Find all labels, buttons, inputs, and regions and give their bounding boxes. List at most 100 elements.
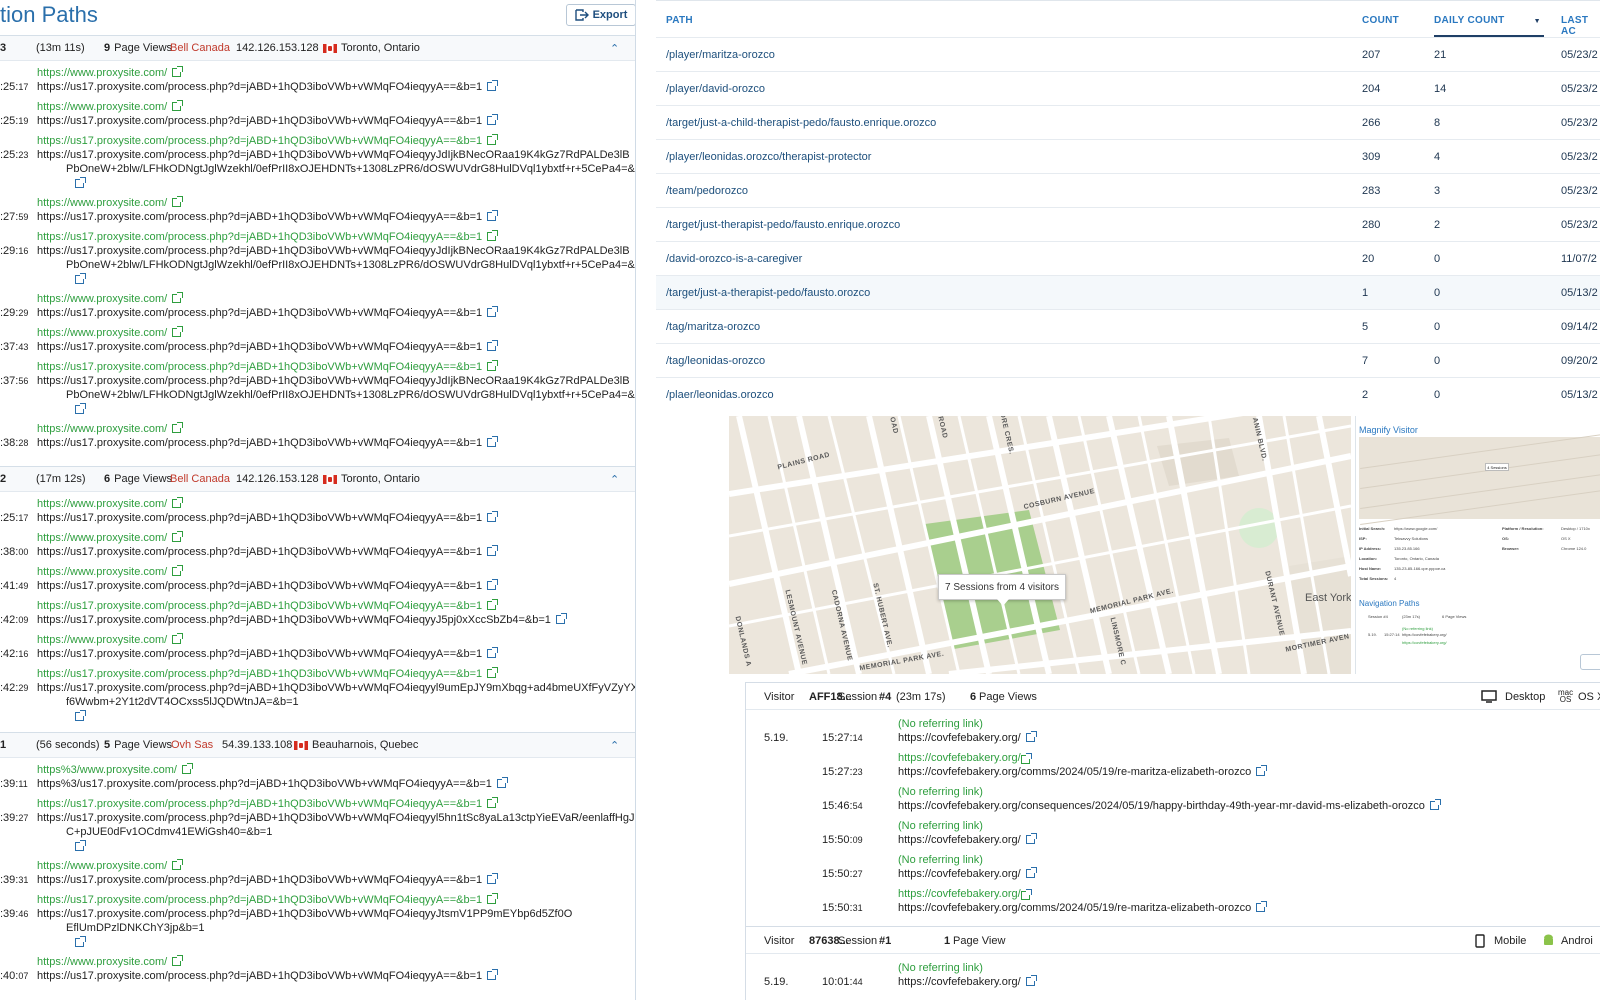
export-button[interactable]: Export	[566, 4, 635, 26]
page-url[interactable]: https%3/us17.proxysite.com/process.php?d…	[37, 777, 508, 790]
external-link-icon[interactable]	[172, 955, 184, 966]
external-link-icon[interactable]	[487, 511, 499, 522]
page-url[interactable]: https://covfefebakery.org/	[898, 833, 1037, 846]
referrer-link[interactable]: https://us17.proxysite.com/process.php?d…	[37, 797, 499, 810]
external-link-icon[interactable]	[172, 859, 184, 870]
external-link-icon[interactable]	[75, 710, 86, 721]
external-link-icon[interactable]	[487, 134, 499, 145]
page-url[interactable]: https://us17.proxysite.com/process.php?d…	[37, 511, 499, 524]
page-url[interactable]: https://us17.proxysite.com/process.php?d…	[37, 436, 499, 449]
referrer-link[interactable]: https://www.proxysite.com/	[37, 531, 184, 544]
table-row[interactable]: /team/pedorozco 283 3 05/23/2	[656, 173, 1600, 207]
external-link-icon[interactable]	[555, 613, 567, 624]
referrer-link[interactable]: https://us17.proxysite.com/process.php?d…	[37, 230, 499, 243]
table-row[interactable]: /plaer/leonidas.orozco 2 0 05/13/2	[656, 377, 1600, 411]
external-link-icon[interactable]	[1429, 799, 1441, 810]
referrer-link[interactable]: https://www.proxysite.com/	[37, 955, 184, 968]
table-row[interactable]: /target/just-a-therapist-pedo/fausto.oro…	[656, 275, 1600, 309]
external-link-icon[interactable]	[172, 326, 184, 337]
external-link-icon[interactable]	[75, 840, 86, 851]
referrer-link[interactable]: https://covfefebakery.org/	[898, 888, 1021, 900]
chevron-up-icon[interactable]: ⌃	[610, 42, 619, 55]
page-url[interactable]: https://us17.proxysite.com/process.php?d…	[37, 969, 499, 982]
referrer-link[interactable]: https://www.proxysite.com/	[37, 326, 184, 339]
external-link-icon[interactable]	[172, 497, 184, 508]
column-header-daily-count[interactable]: DAILY COUNT ▼	[1434, 15, 1541, 26]
visitor-session-header[interactable]: Visitor AFF18... Session #4 (23m 17s) 6 Page V…	[746, 682, 1600, 710]
external-link-icon[interactable]	[1021, 889, 1032, 900]
path-cell[interactable]: /plaer/leonidas.orozco	[666, 389, 774, 401]
visitor-session-header[interactable]: Visitor 87638... Session #1 1 Page View Mobile…	[746, 926, 1600, 954]
external-link-icon[interactable]	[487, 80, 499, 91]
page-url[interactable]: https://us17.proxysite.com/process.php?d…	[37, 682, 635, 694]
external-link-icon[interactable]	[1025, 731, 1037, 742]
path-cell[interactable]: /player/david-orozco	[666, 83, 765, 95]
referrer-link[interactable]: (No referring link)	[898, 962, 983, 974]
page-url[interactable]: https://covfefebakery.org/	[898, 731, 1037, 744]
external-link-icon[interactable]	[172, 422, 184, 433]
magnify-export-button[interactable]	[1580, 654, 1600, 670]
referrer-link[interactable]: https://www.proxysite.com/	[37, 633, 184, 646]
table-row[interactable]: /player/david-orozco 204 14 05/23/2	[656, 71, 1600, 105]
referrer-link[interactable]: https://us17.proxysite.com/process.php?d…	[37, 134, 499, 147]
path-cell[interactable]: /tag/maritza-orozco	[666, 321, 760, 333]
page-url[interactable]: https://us17.proxysite.com/process.php?d…	[37, 375, 630, 387]
external-link-icon[interactable]	[1256, 765, 1268, 776]
path-cell[interactable]: /target/just-a-therapist-pedo/fausto.oro…	[666, 287, 870, 299]
external-link-icon[interactable]	[172, 633, 184, 644]
external-link-icon[interactable]	[1025, 867, 1037, 878]
referrer-link[interactable]: https://www.proxysite.com/	[37, 422, 184, 435]
external-link-icon[interactable]	[487, 667, 499, 678]
magnify-visitor-thumbnail[interactable]: Magnify Visitor 4 Sessions Initial Searc…	[1355, 416, 1600, 674]
referrer-link[interactable]: https://www.proxysite.com/	[37, 196, 184, 209]
external-link-icon[interactable]	[172, 292, 184, 303]
page-url[interactable]: https://us17.proxysite.com/process.php?d…	[37, 647, 499, 660]
external-link-icon[interactable]	[487, 210, 499, 221]
table-row[interactable]: /tag/maritza-orozco 5 0 09/14/2	[656, 309, 1600, 343]
page-url[interactable]: https://covfefebakery.org/consequences/2…	[898, 799, 1441, 812]
external-link-icon[interactable]	[487, 436, 499, 447]
page-url[interactable]: f6Wwbm+2Y1t2dVT4OCxss5lJQDWtnJA=&b=1	[66, 696, 299, 708]
external-link-icon[interactable]	[172, 66, 184, 77]
external-link-icon[interactable]	[1256, 901, 1268, 912]
visitor-map[interactable]: PLAINS ROAD COSBURN AVENUE MEMORIAL PARK…	[729, 416, 1351, 674]
external-link-icon[interactable]	[75, 936, 86, 947]
external-link-icon[interactable]	[1021, 753, 1032, 764]
page-url[interactable]: PbOneW+2blw/LFHkODNgtJglWzekhl/0efPrII8x…	[66, 259, 635, 271]
page-url[interactable]: https://covfefebakery.org/	[898, 975, 1037, 988]
chevron-up-icon[interactable]: ⌃	[610, 473, 619, 486]
page-url[interactable]: https://covfefebakery.org/comms/2024/05/…	[898, 901, 1268, 914]
page-url[interactable]: EflUmDPzlDNKChY3jp&b=1	[66, 922, 204, 934]
page-url[interactable]: https://us17.proxysite.com/process.php?d…	[37, 579, 499, 592]
page-url[interactable]: https://us17.proxysite.com/process.php?d…	[37, 908, 572, 920]
referrer-link[interactable]: https://covfefebakery.org/	[898, 752, 1021, 764]
referrer-link[interactable]: https://www.proxysite.com/	[37, 565, 184, 578]
external-link-icon[interactable]	[487, 230, 499, 241]
session-header[interactable]: 3 (13m 11s) 9 Page Views Bell Canada 142.126.…	[0, 35, 635, 61]
path-cell[interactable]: /tag/leonidas-orozco	[666, 355, 765, 367]
page-url[interactable]: PbOneW+2blw/LFHkODNgtJglWzekhl/0efPrII8x…	[66, 163, 635, 175]
map-tooltip[interactable]: 7 Sessions from 4 visitors	[938, 574, 1066, 606]
table-row[interactable]: /target/just-a-child-therapist-pedo/faus…	[656, 105, 1600, 139]
page-url[interactable]: https://us17.proxysite.com/process.php?d…	[37, 340, 499, 353]
external-link-icon[interactable]	[172, 196, 184, 207]
external-link-icon[interactable]	[487, 797, 499, 808]
page-url[interactable]: https://us17.proxysite.com/process.php?d…	[37, 873, 499, 886]
external-link-icon[interactable]	[75, 273, 86, 284]
referrer-link[interactable]: (No referring link)	[898, 786, 983, 798]
table-row[interactable]: /tag/leonidas-orozco 7 0 09/20/2	[656, 343, 1600, 377]
external-link-icon[interactable]	[487, 114, 499, 125]
path-cell[interactable]: /player/leonidas.orozco/therapist-protec…	[666, 151, 871, 163]
page-url[interactable]: https://us17.proxysite.com/process.php?d…	[37, 613, 567, 626]
external-link-icon[interactable]	[1025, 833, 1037, 844]
page-url[interactable]: https://us17.proxysite.com/process.php?d…	[37, 306, 499, 319]
chevron-up-icon[interactable]: ⌃	[610, 739, 619, 752]
column-header-count[interactable]: COUNT	[1362, 15, 1399, 26]
path-cell[interactable]: /target/just-therapist-pedo/fausto.enriq…	[666, 219, 900, 231]
path-cell[interactable]: /player/maritza-orozco	[666, 49, 775, 61]
referrer-link[interactable]: https://www.proxysite.com/	[37, 497, 184, 510]
page-url[interactable]: https://us17.proxysite.com/process.php?d…	[37, 149, 630, 161]
referrer-link[interactable]: https://us17.proxysite.com/process.php?d…	[37, 360, 499, 373]
external-link-icon[interactable]	[182, 763, 193, 774]
table-row[interactable]: /player/leonidas.orozco/therapist-protec…	[656, 139, 1600, 173]
